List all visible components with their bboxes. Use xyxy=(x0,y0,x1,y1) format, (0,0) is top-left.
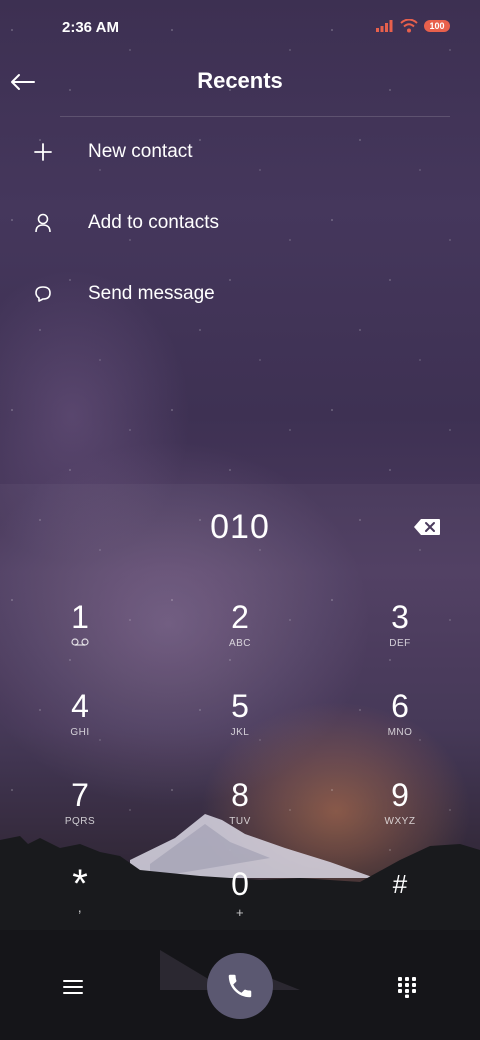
key-letters: GHI xyxy=(70,727,90,738)
key-letters: , xyxy=(77,899,83,915)
key-digit: 7 xyxy=(71,777,89,813)
dialpad-toggle-button[interactable] xyxy=(392,972,422,1002)
key-letters: TUV xyxy=(229,816,251,827)
dialpad-icon xyxy=(398,977,416,998)
key-digit: * xyxy=(72,862,88,906)
key-digit: 5 xyxy=(231,688,249,724)
header-divider xyxy=(60,116,450,117)
key-digit: 6 xyxy=(391,688,409,724)
plus-icon xyxy=(32,141,54,163)
status-bar: 2:36 AM 100 xyxy=(0,0,480,56)
add-to-contacts-item[interactable]: Add to contacts xyxy=(0,193,480,253)
key-letters: PQRS xyxy=(64,816,96,827)
wifi-icon xyxy=(400,19,418,33)
key-letters: DEF xyxy=(389,638,411,649)
status-icons: 100 xyxy=(376,19,450,33)
key-letters: JKL xyxy=(230,727,250,738)
key-digit: 9 xyxy=(391,777,409,813)
key-3[interactable]: 3 DEF xyxy=(340,598,460,678)
status-time: 2:36 AM xyxy=(62,19,119,36)
key-8[interactable]: 8 TUV xyxy=(180,776,300,856)
key-7[interactable]: 7 PQRS xyxy=(20,776,140,856)
key-2[interactable]: 2 ABC xyxy=(180,598,300,678)
key-9[interactable]: 9 WXYZ xyxy=(340,776,460,856)
key-digit: 3 xyxy=(391,599,409,635)
key-letters: WXYZ xyxy=(384,816,416,827)
key-4[interactable]: 4 GHI xyxy=(20,687,140,767)
key-0[interactable]: 0 + xyxy=(180,865,300,945)
send-message-item[interactable]: Send message xyxy=(0,264,480,324)
page-title: Recents xyxy=(197,68,283,93)
key-star[interactable]: * , xyxy=(20,862,140,945)
person-icon xyxy=(32,212,54,234)
bottom-bar xyxy=(0,950,480,1022)
key-digit: 4 xyxy=(71,688,89,724)
key-digit: 0 xyxy=(231,866,249,902)
key-hash[interactable]: # xyxy=(340,865,460,945)
voicemail-icon xyxy=(71,638,89,646)
key-1[interactable]: 1 xyxy=(20,598,140,678)
chat-bubble-icon xyxy=(32,283,54,305)
key-letters: MNO xyxy=(387,727,413,738)
key-6[interactable]: 6 MNO xyxy=(340,687,460,767)
key-5[interactable]: 5 JKL xyxy=(180,687,300,767)
new-contact-label: New contact xyxy=(88,141,193,162)
add-to-contacts-label: Add to contacts xyxy=(88,212,219,233)
dialed-number: 010 xyxy=(210,508,270,546)
battery-icon: 100 xyxy=(424,20,450,32)
new-contact-item[interactable]: New contact xyxy=(0,122,480,182)
key-letters: + xyxy=(235,905,245,920)
key-digit: 1 xyxy=(71,599,89,635)
call-button[interactable] xyxy=(207,953,273,1019)
phone-icon xyxy=(228,974,252,998)
key-letters: ABC xyxy=(228,638,252,649)
backspace-icon xyxy=(414,519,440,535)
key-digit: 8 xyxy=(231,777,249,813)
backspace-button[interactable] xyxy=(410,514,444,540)
key-digit: # xyxy=(392,869,408,899)
signal-icon xyxy=(376,20,393,32)
hamburger-menu-icon xyxy=(63,980,83,994)
send-message-label: Send message xyxy=(88,283,215,304)
menu-button[interactable] xyxy=(58,972,88,1002)
key-digit: 2 xyxy=(231,599,249,635)
header: Recents xyxy=(0,56,480,108)
